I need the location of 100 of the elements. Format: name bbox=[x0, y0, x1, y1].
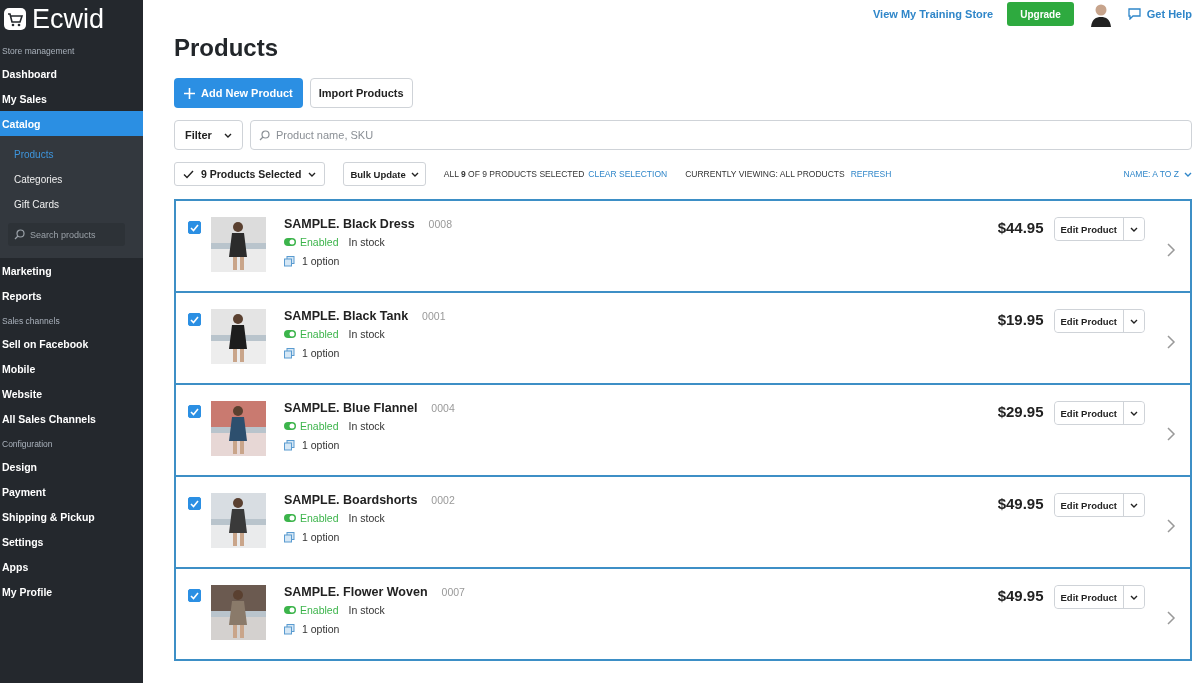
product-sku: 0008 bbox=[428, 218, 452, 230]
caret-icon bbox=[1130, 318, 1138, 324]
row-checkbox[interactable] bbox=[188, 589, 201, 602]
stock-label: In stock bbox=[348, 236, 385, 248]
status-label: Enabled bbox=[300, 512, 339, 524]
search-field[interactable]: Search products bbox=[8, 223, 125, 246]
caret-icon bbox=[1130, 410, 1138, 416]
search-icon bbox=[14, 229, 25, 240]
row-checkbox[interactable] bbox=[188, 221, 201, 234]
copy-icon bbox=[284, 439, 295, 451]
product-sku: 0004 bbox=[431, 402, 455, 414]
product-sku: 0002 bbox=[431, 494, 455, 506]
stock-label: In stock bbox=[348, 512, 385, 524]
help-label: Get Help bbox=[1146, 8, 1192, 20]
product-name[interactable]: SAMPLE. Black Tank bbox=[284, 309, 409, 323]
sidebar-item[interactable]: Website bbox=[0, 381, 143, 406]
chevron-right-icon[interactable] bbox=[1167, 335, 1176, 349]
edit-product-button[interactable]: Edit Product bbox=[1054, 494, 1124, 516]
status-label: Enabled bbox=[300, 328, 339, 340]
chevron-right-icon[interactable] bbox=[1167, 611, 1176, 625]
check-icon bbox=[190, 499, 199, 508]
copy-icon bbox=[284, 623, 295, 635]
product-price: $49.95 bbox=[997, 495, 1044, 512]
status-label: Enabled bbox=[300, 604, 339, 616]
check-icon bbox=[190, 591, 199, 600]
sidebar-item[interactable]: Sell on Facebook bbox=[0, 331, 143, 356]
chat-icon bbox=[1127, 8, 1141, 20]
caret-icon bbox=[308, 171, 317, 177]
sidebar-item[interactable]: Payment bbox=[0, 479, 143, 504]
sidebar-item[interactable]: Dashboard bbox=[0, 61, 143, 86]
sidebar-subitem[interactable]: Products bbox=[0, 142, 143, 167]
caret-icon bbox=[1130, 594, 1138, 600]
viewing-label: CURRENTLY VIEWING: ALL PRODUCTS bbox=[685, 169, 845, 179]
sidebar-item[interactable]: Apps bbox=[0, 554, 143, 579]
product-name[interactable]: SAMPLE. Flower Woven bbox=[284, 585, 428, 599]
sidebar-item[interactable]: Mobile bbox=[0, 356, 143, 381]
product-sku: 0001 bbox=[422, 310, 446, 322]
selection-summary: ALL 9 OF 9 PRODUCTS SELECTED bbox=[443, 169, 585, 179]
sidebar-item[interactable]: Marketing bbox=[0, 258, 143, 283]
row-checkbox[interactable] bbox=[188, 497, 201, 510]
sort-dropdown[interactable]: NAME: A TO Z bbox=[1123, 169, 1192, 179]
row-checkbox[interactable] bbox=[188, 313, 201, 326]
check-icon bbox=[190, 223, 199, 232]
product-name[interactable]: SAMPLE. Boardshorts bbox=[284, 493, 418, 507]
help-link[interactable]: Get Help bbox=[1127, 8, 1192, 20]
sidebar-subitem[interactable]: Categories bbox=[0, 167, 143, 192]
search-icon bbox=[258, 129, 270, 141]
check-icon bbox=[190, 407, 199, 416]
product-price: $29.95 bbox=[997, 403, 1044, 420]
sidebar-item[interactable]: My Sales bbox=[0, 86, 143, 111]
sidebar-item[interactable]: All Sales Channels bbox=[0, 406, 143, 431]
plus-icon bbox=[184, 87, 195, 99]
product-sku: 0007 bbox=[441, 586, 465, 598]
sidebar-subitem[interactable]: Gift Cards bbox=[0, 192, 143, 217]
row-checkbox[interactable] bbox=[188, 405, 201, 418]
chevron-right-icon[interactable] bbox=[1167, 519, 1176, 533]
edit-product-button[interactable]: Edit Product bbox=[1054, 402, 1124, 424]
caret-icon bbox=[223, 132, 232, 138]
section-header: Store management bbox=[1, 46, 76, 56]
product-price: $19.95 bbox=[997, 311, 1044, 328]
caret-icon bbox=[1184, 171, 1192, 177]
copy-icon bbox=[284, 531, 295, 543]
bulk-update-dropdown[interactable]: Bulk Update bbox=[343, 162, 426, 186]
sidebar-item[interactable]: Design bbox=[0, 454, 143, 479]
chevron-right-icon[interactable] bbox=[1167, 243, 1176, 257]
store-link[interactable]: View My Training Store bbox=[873, 8, 994, 20]
sidebar-item[interactable]: My Profile bbox=[0, 579, 143, 604]
cart-logo-icon bbox=[4, 8, 26, 30]
options-label: 1 option bbox=[302, 439, 340, 451]
selection-dropdown[interactable]: 9 Products Selected bbox=[174, 162, 326, 186]
refresh-link[interactable]: REFRESH bbox=[850, 169, 892, 179]
caret-icon bbox=[1130, 502, 1138, 508]
caret-icon bbox=[410, 171, 419, 177]
caret-icon bbox=[1130, 226, 1138, 232]
check-icon bbox=[190, 315, 199, 324]
sidebar-item[interactable]: Reports bbox=[0, 283, 143, 308]
product-name[interactable]: SAMPLE. Blue Flannel bbox=[284, 401, 418, 415]
clear-selection-link[interactable]: CLEAR SELECTION bbox=[588, 169, 668, 179]
options-label: 1 option bbox=[302, 531, 340, 543]
section-header: Configuration bbox=[1, 439, 54, 449]
status-label: Enabled bbox=[300, 420, 339, 432]
chevron-right-icon[interactable] bbox=[1167, 427, 1176, 441]
edit-product-button[interactable]: Edit Product bbox=[1054, 310, 1124, 332]
stock-label: In stock bbox=[348, 420, 385, 432]
edit-product-button[interactable]: Edit Product bbox=[1054, 218, 1124, 240]
product-name[interactable]: SAMPLE. Black Dress bbox=[284, 217, 415, 231]
stock-label: In stock bbox=[348, 604, 385, 616]
section-header: Sales channels bbox=[1, 316, 61, 326]
page-title: Products bbox=[174, 34, 279, 62]
check-icon bbox=[183, 169, 194, 179]
product-price: $49.95 bbox=[997, 587, 1044, 604]
status-label: Enabled bbox=[300, 236, 339, 248]
filter-button[interactable]: Filter bbox=[174, 120, 243, 150]
product-price: $44.95 bbox=[997, 219, 1044, 236]
import-button[interactable]: Import Products bbox=[309, 78, 413, 108]
options-label: 1 option bbox=[302, 347, 340, 359]
edit-product-button[interactable]: Edit Product bbox=[1054, 586, 1124, 608]
sidebar-item[interactable]: Settings bbox=[0, 529, 143, 554]
options-label: 1 option bbox=[302, 623, 340, 635]
sidebar-item[interactable]: Shipping & Pickup bbox=[0, 504, 143, 529]
